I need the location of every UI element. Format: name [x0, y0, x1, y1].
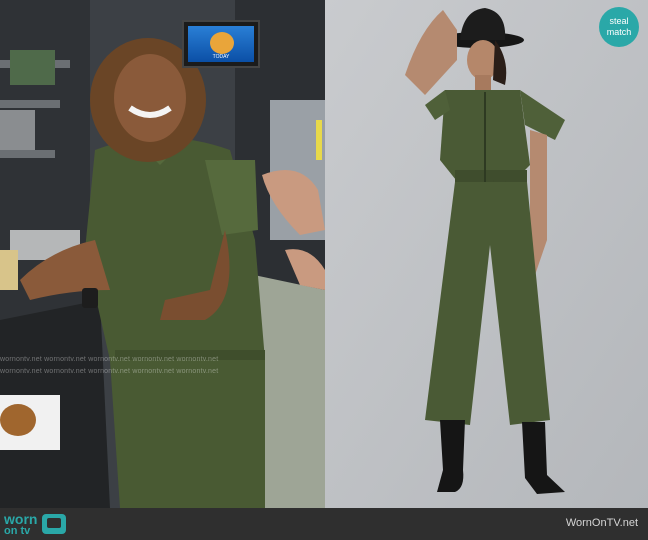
left-photo-panel: TODAY wornontv.net wornontv.net wornontv…: [0, 0, 325, 508]
logo-text-on-tv: on tv: [4, 525, 31, 537]
watermark-row: wornontv.net wornontv.net wornontv.net w…: [0, 356, 219, 363]
steal-match-badge[interactable]: steal match: [599, 7, 639, 47]
right-product-photo-panel: [325, 0, 648, 508]
kitchen-scene: [0, 0, 325, 508]
footer-bar: worn on tv WornOnTV.net: [0, 508, 648, 540]
badge-line2: match: [606, 27, 632, 37]
site-name[interactable]: WornOnTV.net: [566, 517, 638, 529]
tv-monitor: TODAY: [182, 20, 260, 68]
today-logo: [210, 32, 234, 54]
tv-icon: [42, 514, 66, 534]
tv-label: TODAY: [212, 54, 230, 60]
badge-line1: steal: [609, 16, 629, 26]
model-jumpsuit-photo: [325, 0, 648, 508]
watermark-row: wornontv.net wornontv.net wornontv.net w…: [0, 368, 219, 375]
logo-text-worn: worn: [4, 511, 38, 527]
